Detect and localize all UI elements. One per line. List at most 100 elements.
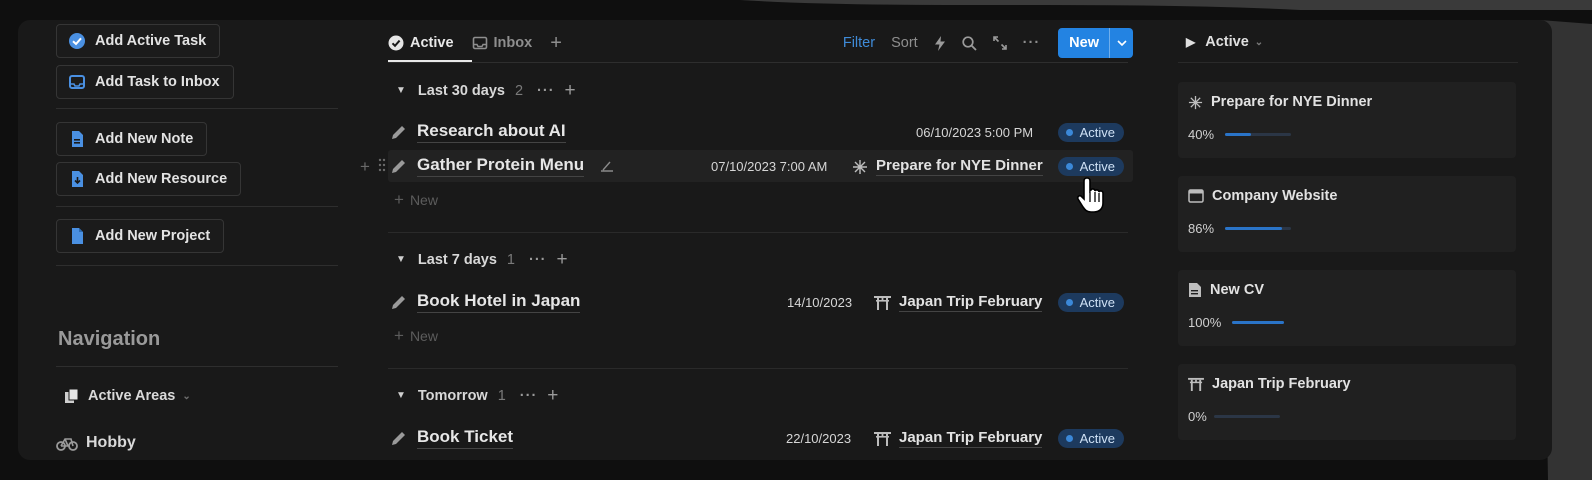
- add-new-project-label: Add New Project: [95, 228, 211, 244]
- status-dot: [1065, 129, 1073, 136]
- progress-fill: [1232, 321, 1284, 324]
- status-badge[interactable]: Active: [1057, 429, 1124, 448]
- new-task-button[interactable]: New: [1058, 28, 1133, 58]
- new-task-row[interactable]: + New: [394, 190, 438, 210]
- project-doc-icon: [68, 227, 86, 245]
- left-sidebar: Add Active Task Add Task to Inbox Add Ne…: [56, 20, 356, 460]
- project-name: New CV: [1210, 282, 1264, 298]
- check-circle-icon: [68, 32, 86, 50]
- project-card[interactable]: New CV 100%: [1178, 270, 1516, 346]
- project-card[interactable]: Japan Trip February 0%: [1178, 364, 1516, 440]
- add-active-task-button[interactable]: Add Active Task: [56, 24, 221, 58]
- chevron-down-icon[interactable]: ⌄: [1255, 37, 1263, 48]
- more-options-icon[interactable]: ···: [529, 252, 547, 268]
- add-task-icon[interactable]: +: [565, 81, 576, 100]
- add-new-project-button[interactable]: Add New Project: [56, 219, 225, 253]
- add-row-icon[interactable]: +: [360, 157, 370, 177]
- progress-percent: 100%: [1188, 315, 1222, 330]
- new-task-row[interactable]: + New: [394, 326, 438, 346]
- task-row[interactable]: Research about AI 06/10/2023 5:00 PM Act…: [388, 116, 1133, 148]
- tab-inbox[interactable]: Inbox: [472, 35, 532, 51]
- group-count: 1: [497, 387, 506, 404]
- add-active-task-label: Add Active Task: [95, 33, 207, 49]
- group-name: Last 7 days: [417, 251, 497, 268]
- torii-gate-icon: [874, 431, 891, 446]
- project-card[interactable]: Company Website 86%: [1178, 176, 1516, 252]
- status-dot: [1065, 299, 1073, 306]
- collapse-triangle-icon[interactable]: ▼: [396, 85, 406, 96]
- divider: [388, 62, 1128, 63]
- nav-item-active-areas[interactable]: Active Areas ⌄: [64, 388, 191, 404]
- add-view-icon[interactable]: +: [550, 33, 562, 53]
- search-icon[interactable]: [962, 35, 977, 51]
- divider: [56, 265, 338, 266]
- task-title[interactable]: Book Hotel in Japan: [417, 291, 581, 313]
- divider: [388, 368, 1128, 369]
- progress-percent: 0%: [1188, 409, 1207, 424]
- chevron-down-icon[interactable]: [1109, 28, 1133, 58]
- edit-icon[interactable]: [600, 159, 614, 177]
- tab-active[interactable]: Active: [388, 35, 454, 51]
- task-title[interactable]: Research about AI: [417, 121, 566, 143]
- more-options-icon[interactable]: ···: [537, 83, 555, 99]
- status-badge[interactable]: Active: [1057, 123, 1124, 142]
- navigation-heading: Navigation: [58, 328, 161, 350]
- status-label: Active: [1079, 295, 1115, 310]
- nav-item-hobby[interactable]: Hobby: [56, 434, 136, 452]
- group-header-last-30-days[interactable]: ▼ Last 30 days 2 ··· +: [396, 81, 576, 100]
- more-options-icon[interactable]: ···: [520, 388, 538, 404]
- task-project[interactable]: Prepare for NYE Dinner: [852, 157, 1043, 176]
- progress-fill: [1225, 227, 1282, 230]
- new-task-label: New: [409, 328, 438, 344]
- sort-button[interactable]: Sort: [891, 35, 918, 51]
- project-card-title: Company Website: [1188, 188, 1337, 204]
- chevron-down-icon: ⌄: [182, 390, 191, 402]
- add-task-icon[interactable]: +: [556, 250, 567, 269]
- task-row[interactable]: + Gather Protein Menu 07/10/2023 7:00 AM…: [360, 150, 1133, 182]
- panel-title: Active: [1205, 34, 1249, 50]
- group-count: 2: [514, 82, 524, 99]
- hand-cursor-icon: [1076, 177, 1104, 213]
- nav-item-label: Active Areas: [88, 388, 176, 404]
- sparkle-icon: [1188, 95, 1203, 110]
- collapse-triangle-icon[interactable]: ▼: [396, 390, 406, 401]
- pencil-icon: [390, 158, 407, 175]
- task-row[interactable]: Book Hotel in Japan 14/10/2023 Japan Tri…: [388, 286, 1133, 318]
- expand-arrows-icon[interactable]: [992, 36, 1007, 50]
- automation-bolt-icon[interactable]: [934, 35, 946, 51]
- panel-header[interactable]: ▶ Active ⌄: [1186, 34, 1263, 50]
- add-new-resource-button[interactable]: Add New Resource: [56, 162, 242, 196]
- pencil-icon: [390, 430, 407, 447]
- project-card[interactable]: Prepare for NYE Dinner 40%: [1178, 82, 1516, 158]
- project-card-title: New CV: [1188, 282, 1264, 298]
- pencil-icon: [390, 124, 407, 141]
- status-badge[interactable]: Active: [1057, 157, 1124, 176]
- progress-fill: [1225, 133, 1252, 136]
- task-project-label: Prepare for NYE Dinner: [876, 157, 1043, 176]
- toolbar: Filter Sort ··· New: [843, 27, 1133, 59]
- add-task-icon[interactable]: +: [547, 386, 558, 405]
- plus-icon: +: [394, 326, 404, 345]
- task-date: 06/10/2023 5:00 PM: [916, 125, 1034, 140]
- status-badge[interactable]: Active: [1057, 293, 1124, 312]
- project-name: Prepare for NYE Dinner: [1211, 94, 1373, 110]
- torii-gate-icon: [874, 295, 891, 310]
- task-project[interactable]: Japan Trip February: [874, 293, 1043, 312]
- filter-button[interactable]: Filter: [843, 35, 875, 51]
- task-project[interactable]: Japan Trip February: [874, 429, 1043, 448]
- drag-handle-icon[interactable]: [378, 158, 386, 177]
- group-header-tomorrow[interactable]: ▼ Tomorrow 1 ··· +: [396, 386, 558, 405]
- add-task-to-inbox-button[interactable]: Add Task to Inbox: [56, 65, 234, 99]
- collapse-triangle-icon[interactable]: ▼: [396, 254, 406, 265]
- add-new-note-button[interactable]: Add New Note: [56, 122, 208, 156]
- task-title[interactable]: Gather Protein Menu: [417, 155, 585, 177]
- inbox-icon: [472, 35, 488, 51]
- task-project-label: Japan Trip February: [899, 293, 1043, 312]
- task-title[interactable]: Book Ticket: [417, 427, 514, 449]
- more-options-icon[interactable]: ···: [1023, 35, 1041, 51]
- group-header-last-7-days[interactable]: ▼ Last 7 days 1 ··· +: [396, 250, 568, 269]
- new-button-label: New: [1069, 35, 1099, 51]
- progress-bar: [1214, 415, 1280, 418]
- task-row[interactable]: Book Ticket 22/10/2023 Japan Trip Februa…: [388, 422, 1133, 454]
- copy-pages-icon: [64, 388, 80, 404]
